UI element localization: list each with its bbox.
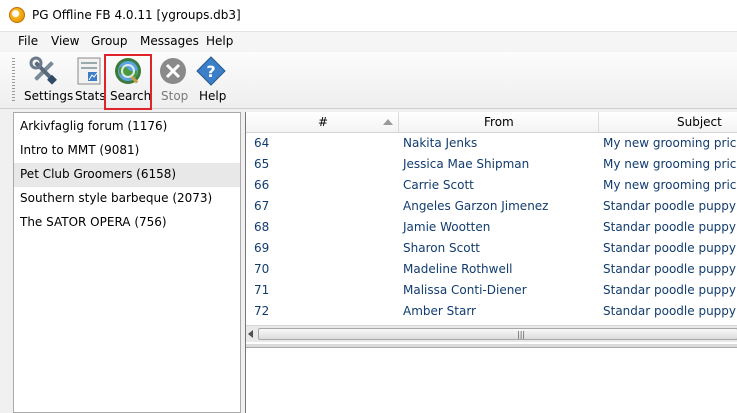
app-logo-icon	[9, 7, 25, 23]
table-row[interactable]: 72 Amber Starr Standar poodle puppy's fi	[246, 300, 737, 321]
col-header-from[interactable]: From	[399, 112, 599, 132]
grid-header: # From Subject	[246, 112, 737, 133]
menu-help[interactable]: Help	[206, 34, 233, 48]
group-item[interactable]: Arkivfaglig forum (1176)	[14, 115, 240, 139]
panel-splitter[interactable]	[241, 112, 244, 413]
table-row[interactable]: 67 Angeles Garzon Jimenez Standar poodle…	[246, 195, 737, 216]
menu-bar: File View Group Messages Help	[0, 32, 737, 52]
window-title: PG Offline FB 4.0.11 [ygroups.db3]	[32, 8, 241, 22]
svg-text:?: ?	[206, 62, 215, 81]
stats-icon	[77, 57, 101, 85]
sort-ascending-icon	[383, 119, 393, 125]
group-item[interactable]: Southern style barbeque (2073)	[14, 187, 240, 211]
table-row[interactable]: 70 Madeline Rothwell Standar poodle pupp…	[246, 258, 737, 279]
stop-icon	[160, 58, 186, 84]
messages-grid: # From Subject 64 Nakita Jenks My new gr…	[245, 112, 737, 413]
stats-label: Stats	[75, 89, 106, 103]
table-row[interactable]: 69 Sharon Scott Standar poodle puppy's f…	[246, 237, 737, 258]
horizontal-scrollbar[interactable]: |||	[246, 325, 737, 342]
settings-icon	[29, 56, 57, 85]
help-label: Help	[199, 89, 227, 103]
table-row[interactable]: 65 Jessica Mae Shipman My new grooming p…	[246, 153, 737, 174]
table-row[interactable]: 71 Malissa Conti-Diener Standar poodle p…	[246, 279, 737, 300]
group-item[interactable]: Intro to MMT (9081)	[14, 139, 240, 163]
table-row[interactable]: 66 Carrie Scott My new grooming prices c	[246, 174, 737, 195]
table-row[interactable]: 64 Nakita Jenks My new grooming prices c	[246, 132, 737, 153]
search-highlight-box	[104, 54, 152, 110]
scroll-left-icon[interactable]	[248, 330, 253, 338]
groups-list: Arkivfaglig forum (1176) Intro to MMT (9…	[13, 112, 241, 413]
stop-label: Stop	[161, 89, 189, 103]
menu-group[interactable]: Group	[91, 34, 128, 48]
table-row[interactable]: 68 Jamie Wootten Standar poodle puppy's …	[246, 216, 737, 237]
preview-splitter[interactable]	[246, 344, 737, 348]
toolbar-grip	[12, 58, 15, 102]
menu-file[interactable]: File	[18, 34, 38, 48]
title-bar: PG Offline FB 4.0.11 [ygroups.db3]	[0, 0, 737, 32]
col-header-number[interactable]: #	[246, 112, 399, 132]
menu-messages[interactable]: Messages	[140, 34, 199, 48]
col-header-subject[interactable]: Subject	[599, 112, 737, 132]
grip-icon: |||	[517, 330, 526, 339]
settings-label: Settings	[24, 89, 74, 103]
group-item[interactable]: The SATOR OPERA (756)	[14, 211, 240, 235]
group-item-selected[interactable]: Pet Club Groomers (6158)	[14, 163, 240, 187]
menu-view[interactable]: View	[51, 34, 79, 48]
scrollbar-thumb[interactable]: |||	[258, 328, 737, 340]
help-icon: ?	[196, 56, 226, 86]
